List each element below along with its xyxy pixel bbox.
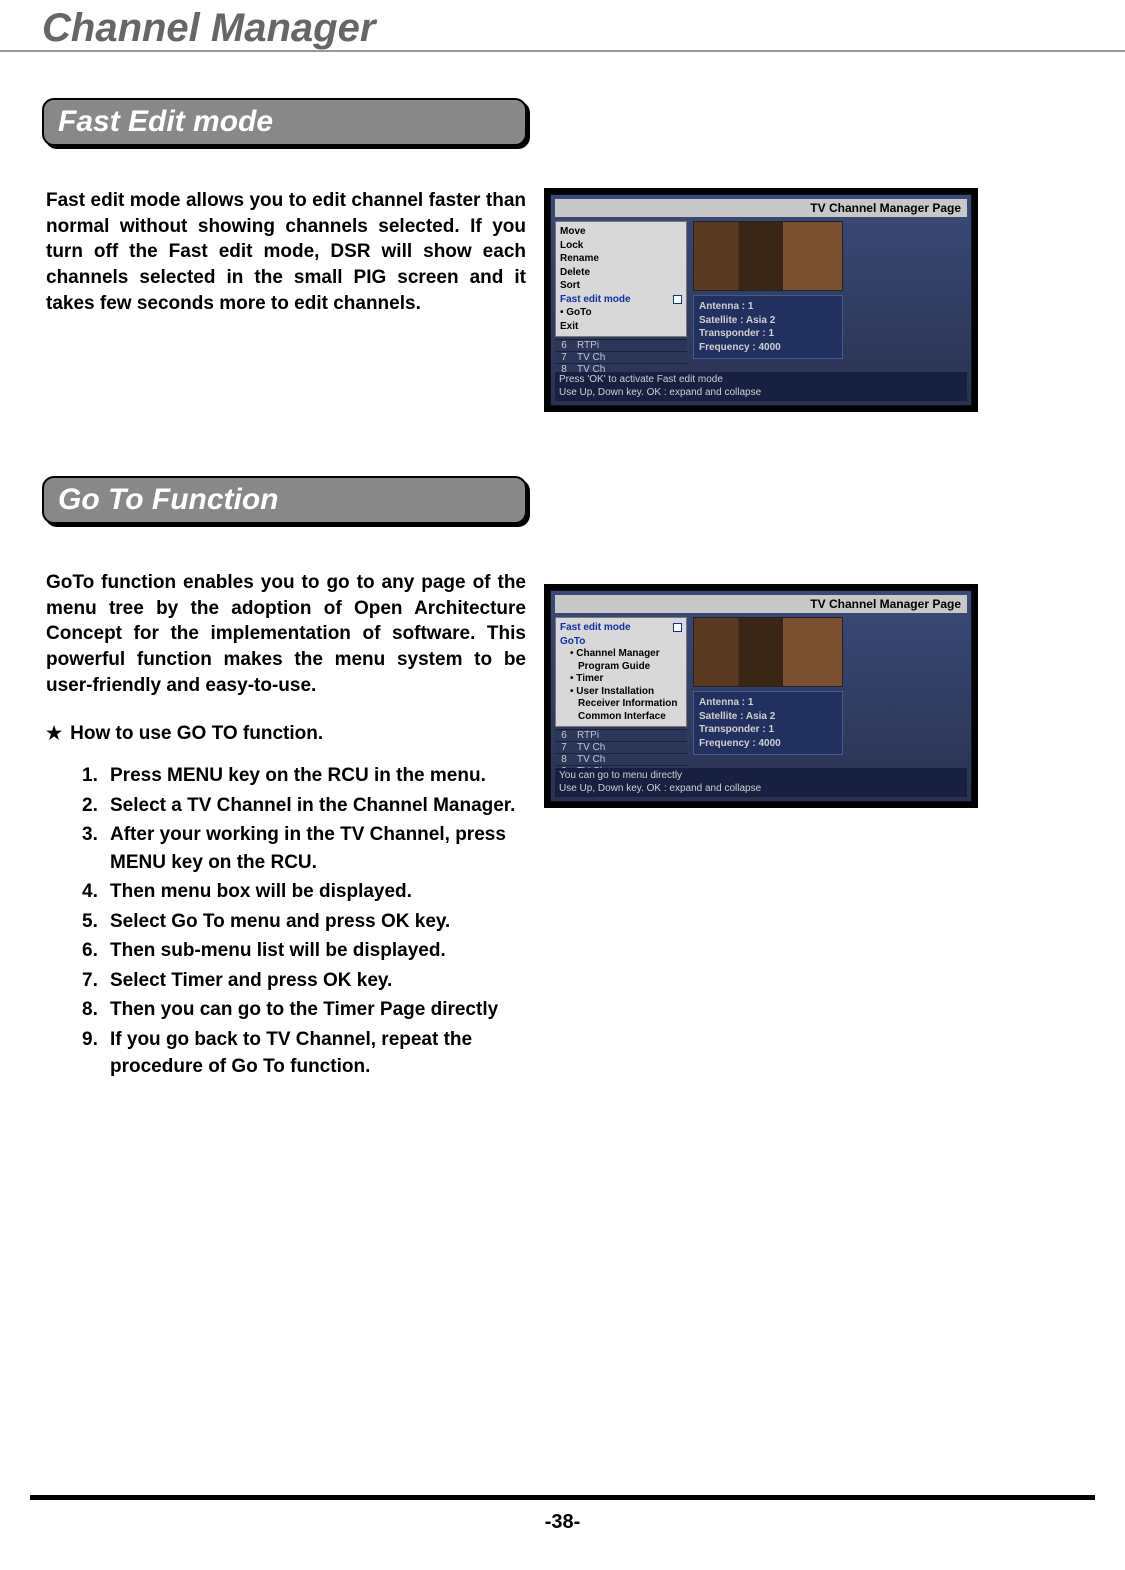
page-number: -38- — [0, 1511, 1125, 1534]
osd-hint: You can go to menu directly Use Up, Down… — [555, 768, 967, 797]
osd-fast-edit-row[interactable]: Fast edit mode — [560, 621, 682, 635]
list-item: 9.If you go back to TV Channel, repeat t… — [82, 1026, 526, 1081]
screenshot-goto: TV Channel Manager Page Fast edit mode G… — [544, 584, 978, 808]
checkbox-icon[interactable] — [673, 295, 682, 304]
section-heading-goto-label: Go To Function — [58, 483, 279, 517]
info-transponder: Transponder : 1 — [699, 723, 837, 737]
osd-tree-receiver-info[interactable]: Receiver Information — [560, 698, 682, 711]
info-frequency: Frequency : 4000 — [699, 737, 837, 751]
goto-steps-list: 1.Press MENU key on the RCU in the menu.… — [82, 762, 526, 1081]
osd-info-panel: Antenna : 1 Satellite : Asia 2 Transpond… — [693, 691, 843, 755]
section-heading-goto: Go To Function — [42, 476, 527, 524]
info-antenna: Antenna : 1 — [699, 300, 837, 314]
osd-menu-lock[interactable]: Lock — [560, 239, 682, 253]
osd-hint-line2: Use Up, Down key. OK : expand and collap… — [559, 387, 963, 400]
osd-title: TV Channel Manager Page — [555, 199, 967, 217]
osd-hint-line2: Use Up, Down key. OK : expand and collap… — [559, 783, 963, 796]
pig-preview — [693, 617, 843, 687]
osd-hint-line1: Press 'OK' to activate Fast edit mode — [559, 374, 963, 387]
osd-menu-move[interactable]: Move — [560, 225, 682, 239]
fast-edit-description: Fast edit mode allows you to edit channe… — [46, 188, 526, 316]
osd-title: TV Channel Manager Page — [555, 595, 967, 613]
list-item: 8.Then you can go to the Timer Page dire… — [82, 996, 526, 1024]
section-heading-fast-edit: Fast Edit mode — [42, 98, 527, 146]
osd-tree-program-guide[interactable]: Program Guide — [560, 661, 682, 674]
osd-channel-row[interactable]: 7TV Ch — [555, 351, 687, 363]
osd-tree-common-interface[interactable]: Common Interface — [560, 711, 682, 724]
info-satellite: Satellite : Asia 2 — [699, 314, 837, 328]
osd-menu-panel: Move Lock Rename Delete Sort Fast edit m… — [555, 221, 687, 337]
checkbox-icon[interactable] — [673, 623, 682, 632]
osd-channel-row[interactable]: 6RTPi — [555, 729, 687, 741]
list-item: 5.Select Go To menu and press OK key. — [82, 908, 526, 936]
pig-preview — [693, 221, 843, 291]
section-heading-fast-edit-label: Fast Edit mode — [58, 105, 273, 139]
page-header: Channel Manager — [0, 6, 1125, 52]
star-icon: ★ — [46, 720, 62, 746]
osd-menu-exit[interactable]: Exit — [560, 320, 682, 334]
list-item: 7.Select Timer and press OK key. — [82, 967, 526, 995]
osd-tree-timer[interactable]: Timer — [560, 673, 682, 686]
footer-rule — [30, 1495, 1095, 1500]
info-transponder: Transponder : 1 — [699, 327, 837, 341]
how-to-heading: ★ How to use GO TO function. — [46, 720, 526, 748]
osd-hint: Press 'OK' to activate Fast edit mode Us… — [555, 372, 967, 401]
osd-info-panel: Antenna : 1 Satellite : Asia 2 Transpond… — [693, 295, 843, 359]
osd-channel-row[interactable]: 7TV Ch — [555, 741, 687, 753]
osd-menu-goto[interactable]: GoTo — [560, 306, 682, 320]
info-antenna: Antenna : 1 — [699, 696, 837, 710]
list-item: 3.After your working in the TV Channel, … — [82, 821, 526, 876]
info-frequency: Frequency : 4000 — [699, 341, 837, 355]
osd-channel-row[interactable]: 6RTPi — [555, 339, 687, 351]
osd-menu-fast-edit-label: Fast edit mode — [560, 293, 631, 307]
osd-tree-channel-manager[interactable]: Channel Manager — [560, 648, 682, 661]
osd-menu-sort[interactable]: Sort — [560, 279, 682, 293]
how-to-heading-label: How to use GO TO function. — [70, 720, 323, 748]
osd-menu-panel: Fast edit mode GoTo Channel Manager Prog… — [555, 617, 687, 727]
osd-menu-fast-edit[interactable]: Fast edit mode — [560, 293, 682, 307]
osd-tree-user-install[interactable]: User Installation — [560, 686, 682, 699]
list-item: 6.Then sub-menu list will be displayed. — [82, 937, 526, 965]
list-item: 1.Press MENU key on the RCU in the menu. — [82, 762, 526, 790]
list-item: 4.Then menu box will be displayed. — [82, 878, 526, 906]
page-title: Channel Manager — [30, 6, 1095, 50]
osd-menu-delete[interactable]: Delete — [560, 266, 682, 280]
osd-fast-edit-label: Fast edit mode — [560, 621, 631, 635]
osd-goto-root[interactable]: GoTo — [560, 635, 682, 649]
osd-menu-rename[interactable]: Rename — [560, 252, 682, 266]
osd-hint-line1: You can go to menu directly — [559, 770, 963, 783]
screenshot-fast-edit: TV Channel Manager Page Move Lock Rename… — [544, 188, 978, 412]
osd-channel-row[interactable]: 8TV Ch — [555, 753, 687, 765]
info-satellite: Satellite : Asia 2 — [699, 710, 837, 724]
list-item: 2.Select a TV Channel in the Channel Man… — [82, 792, 526, 820]
goto-description: GoTo function enables you to go to any p… — [46, 570, 526, 698]
